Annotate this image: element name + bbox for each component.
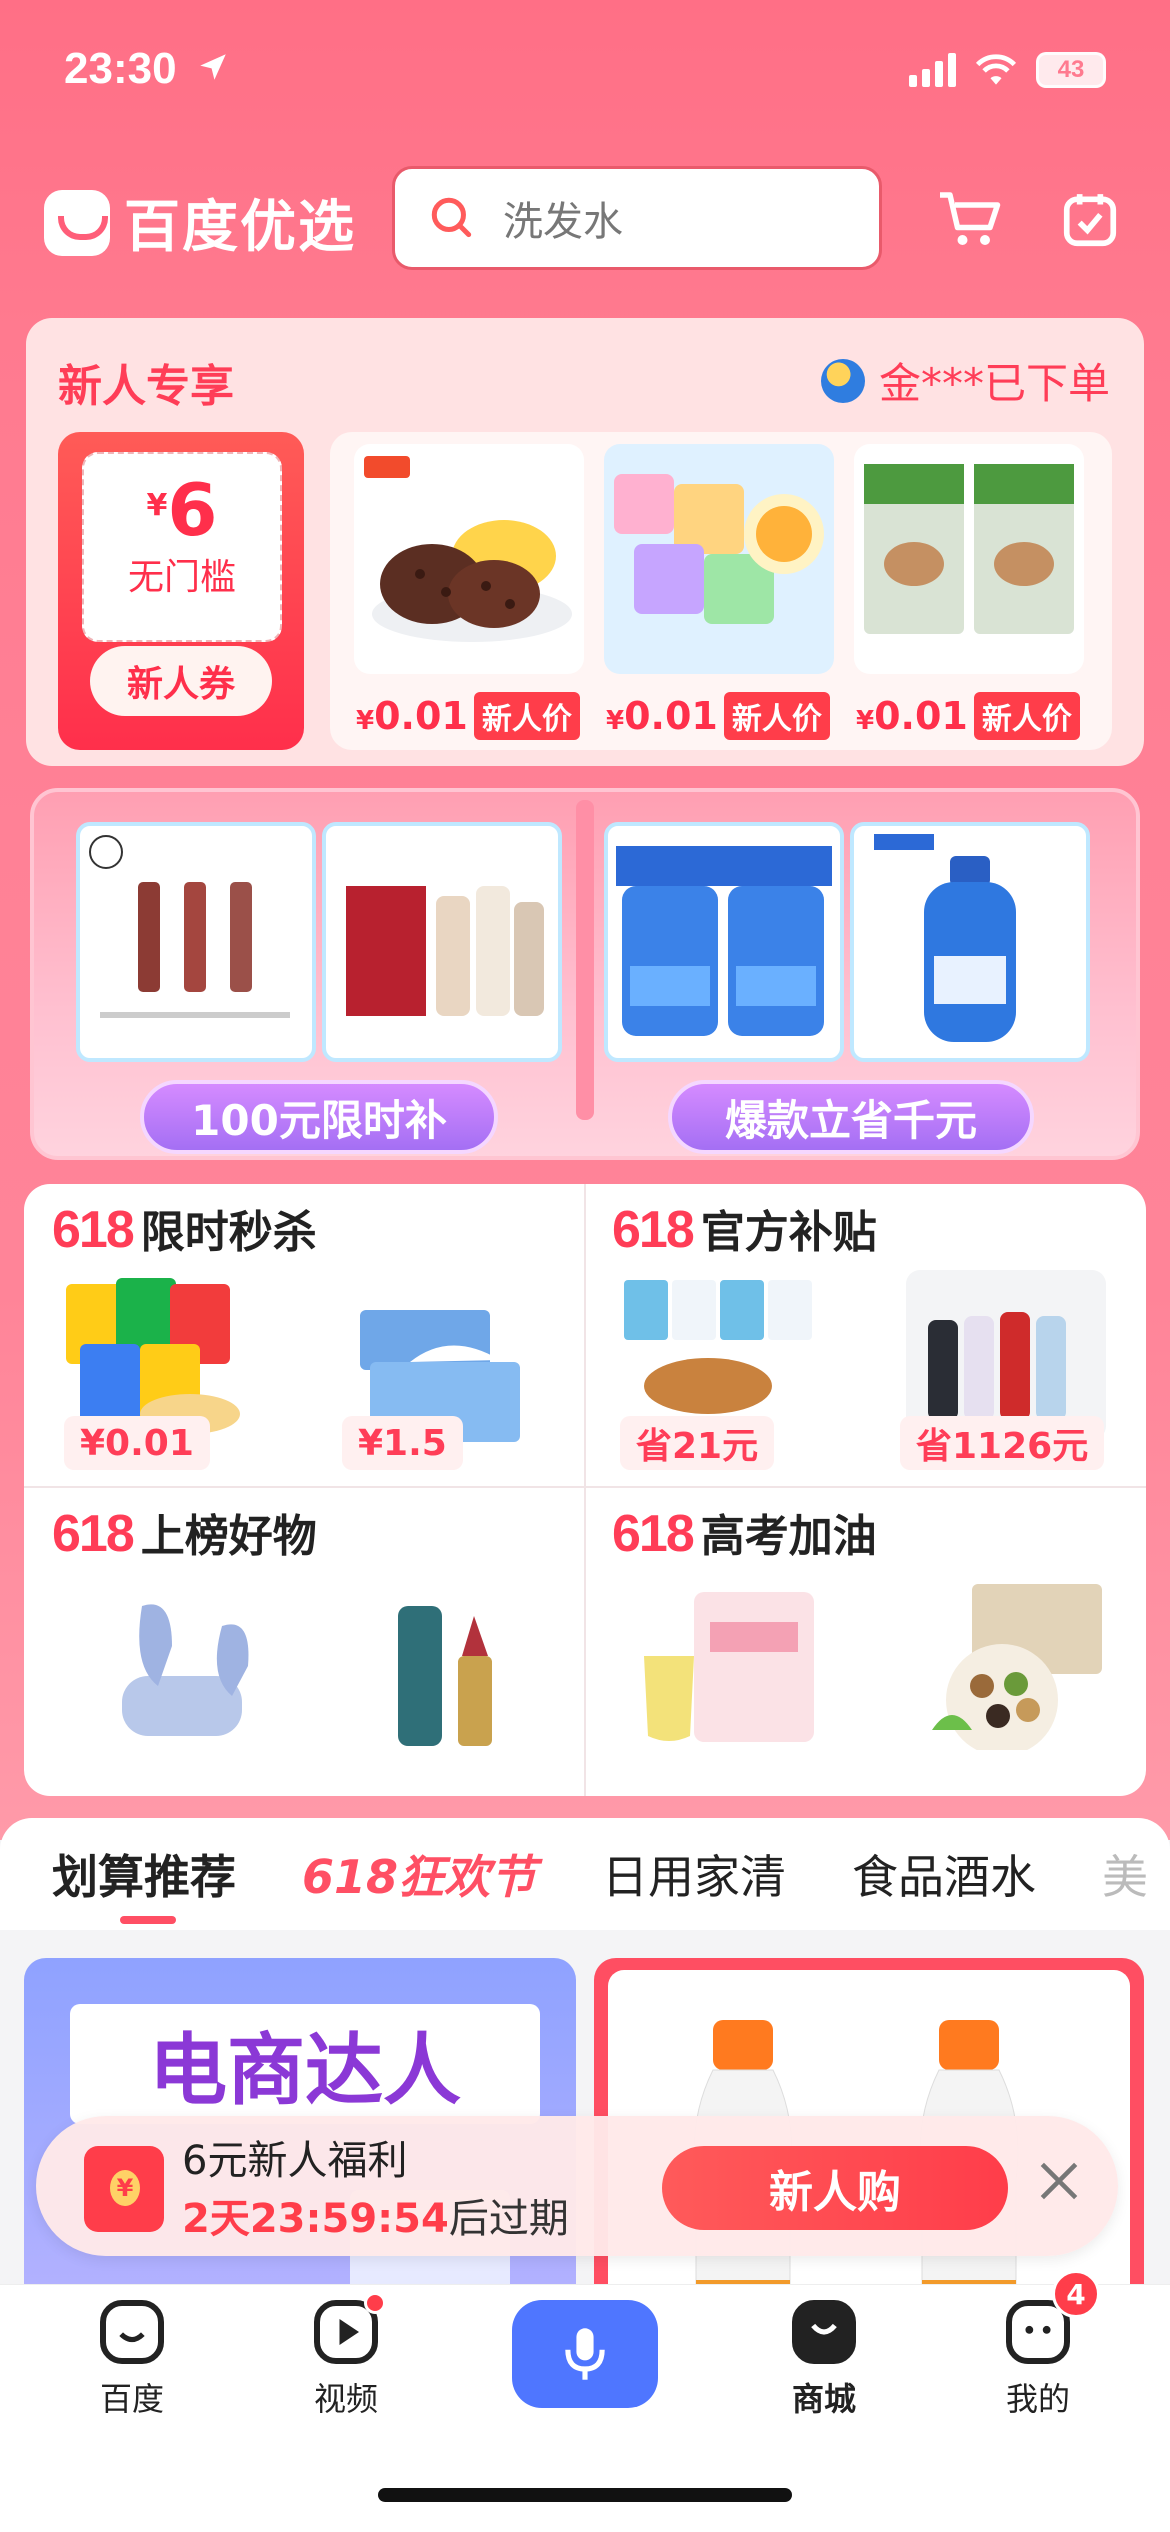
tab-food-drinks[interactable]: 食品酒水 [852, 1841, 1036, 1907]
balloon-icon [820, 358, 865, 403]
price-row: ¥0.01 新人价 [856, 692, 1080, 740]
new-price-tag: 新人价 [973, 692, 1080, 740]
search-placeholder: 洗发水 [503, 199, 623, 245]
price: ¥0.01 [856, 694, 968, 738]
discount-badge: 省21元 [620, 1416, 775, 1470]
cell-title-flash-sale[interactable]: 618 限时秒杀 [52, 1196, 317, 1260]
product-image-cookies[interactable] [354, 444, 584, 674]
voice-search-button[interactable] [512, 2300, 658, 2408]
logo-text: 百度优选 [124, 195, 356, 260]
price: ¥0.01 [606, 694, 718, 738]
red-packet-icon [84, 2146, 164, 2232]
new-price-tag: 新人价 [723, 692, 830, 740]
category-tabs: 划算推荐 618狂欢节 日用家清 食品酒水 美 [0, 1818, 1170, 1930]
coupon-button[interactable]: 新人券 [90, 646, 272, 716]
price-row: ¥0.01 新人价 [356, 692, 580, 740]
price-badge: ¥0.01 [64, 1416, 210, 1470]
product-image-iphone[interactable] [906, 1270, 1106, 1440]
cell-title-top-picks[interactable]: 618 上榜好物 [52, 1500, 317, 1564]
wifi-icon [975, 54, 1017, 85]
product-image-dish-soap[interactable] [850, 822, 1090, 1062]
order-notice-text: 金***已下单 [878, 359, 1110, 408]
price-badge: ¥1.5 [342, 1416, 463, 1470]
nav-label: 百度 [99, 2380, 164, 2418]
price-row: ¥0.01 新人价 [606, 692, 830, 740]
profile-face-icon: 4 [1006, 2270, 1100, 2364]
product-image-detergent[interactable] [604, 822, 844, 1062]
home-indicator [378, 2488, 792, 2502]
product-image-lipstick-gift[interactable] [374, 1586, 574, 1756]
baidu-home-icon [100, 2300, 164, 2364]
nav-video[interactable]: 视频 [286, 2292, 406, 2420]
cell-title-exam-cheer[interactable]: 618 高考加油 [612, 1500, 877, 1564]
cart-icon[interactable] [930, 180, 1010, 260]
tab-beauty[interactable]: 美 [1102, 1841, 1148, 1907]
product-image-tea[interactable] [634, 1586, 834, 1756]
discount-badge: 省1126元 [900, 1416, 1105, 1470]
status-indicators: 43 [909, 52, 1106, 88]
product-image-jelly[interactable] [604, 444, 834, 674]
coupon-desc: 无门槛 [127, 557, 236, 598]
battery-icon: 43 [1036, 52, 1106, 88]
cell-title-official-subsidy[interactable]: 618 官方补贴 [612, 1196, 877, 1260]
nav-label: 我的 [1005, 2380, 1070, 2418]
tab-recommend[interactable]: 划算推荐 [52, 1841, 236, 1907]
newcomer-title: 新人专享 [58, 361, 234, 412]
tab-home-cleaning[interactable]: 日用家清 [602, 1841, 786, 1907]
location-arrow-icon [196, 50, 230, 88]
active-tab-indicator [120, 1916, 176, 1924]
promo-left-label[interactable]: 100元限时补 [140, 1080, 498, 1154]
video-play-icon [314, 2292, 386, 2364]
new-user-buy-button[interactable]: 新人购 [662, 2146, 1008, 2230]
promo-divider [576, 800, 594, 1120]
tab-618-festival[interactable]: 618狂欢节 [302, 1841, 536, 1907]
order-check-icon[interactable] [1050, 180, 1130, 260]
logo-smile-icon [44, 189, 110, 256]
order-notice: 金***已下单 [820, 350, 1110, 411]
search-bar[interactable]: 洗发水 [392, 166, 882, 270]
product-image-fresh-gift[interactable] [322, 822, 562, 1062]
product-image-nuts[interactable] [912, 1580, 1112, 1750]
price: ¥0.01 [356, 694, 468, 738]
notification-dot [364, 2292, 386, 2314]
mine-badge: 4 [1052, 2270, 1100, 2318]
signal-icon [909, 53, 956, 87]
app-logo: 百度优选 [44, 182, 356, 263]
product-image-lipstick[interactable] [76, 822, 316, 1062]
float-countdown: 2天23:59:54后过期 [182, 2196, 569, 2242]
status-time: 23:30 [64, 44, 177, 93]
close-icon[interactable] [1034, 2156, 1084, 2206]
microphone-icon [565, 2328, 605, 2380]
search-icon [431, 197, 472, 238]
nav-mall[interactable]: 商城 [764, 2300, 884, 2420]
feed-card-title: 电商达人 [70, 2004, 540, 2124]
nav-mine[interactable]: 4 我的 [978, 2270, 1100, 2420]
nav-label: 视频 [313, 2380, 378, 2418]
promo-right-label[interactable]: 爆款立省千元 [668, 1080, 1034, 1154]
mall-bag-icon [792, 2300, 856, 2364]
coupon-amount: ¥6 [146, 468, 218, 552]
product-image-freezer-bags[interactable] [854, 444, 1084, 674]
float-title: 6元新人福利 [182, 2138, 408, 2184]
nav-baidu[interactable]: 百度 [72, 2300, 192, 2420]
product-image-earbuds[interactable] [92, 1586, 292, 1756]
new-price-tag: 新人价 [473, 692, 580, 740]
nav-label: 商城 [791, 2380, 856, 2418]
